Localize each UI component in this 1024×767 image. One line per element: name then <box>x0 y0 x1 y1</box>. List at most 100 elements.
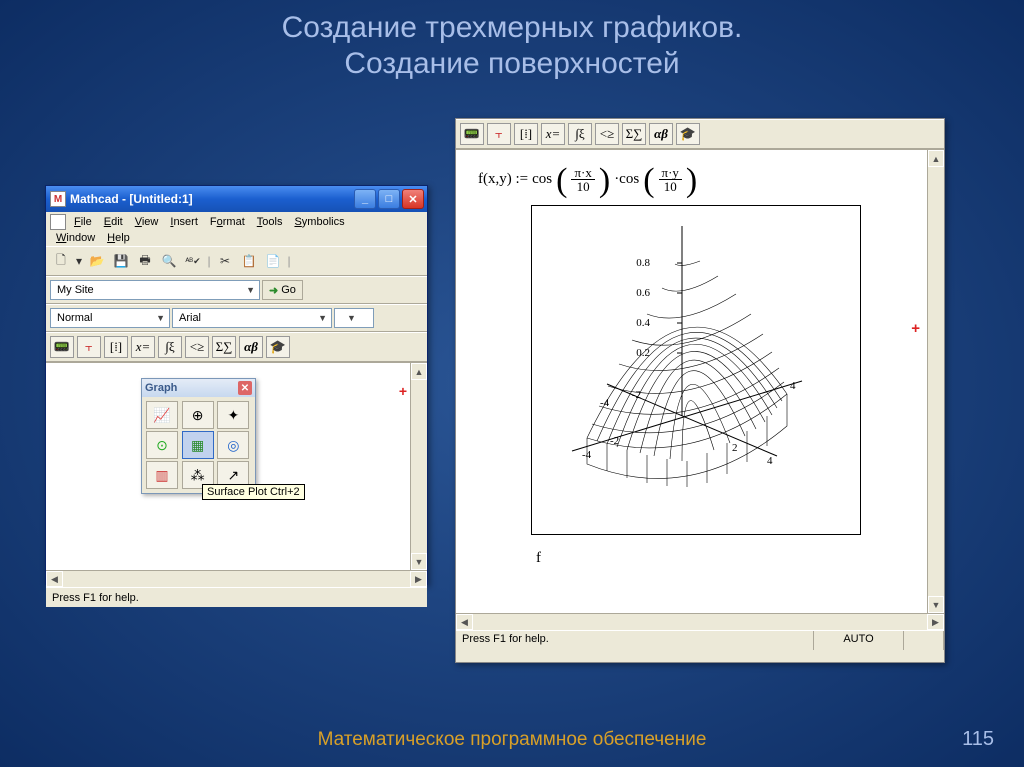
eval-icon[interactable]: x= <box>541 123 565 145</box>
eval-icon[interactable]: x= <box>131 336 155 358</box>
menu-view[interactable]: View <box>129 214 165 230</box>
greek-icon[interactable]: αβ <box>649 123 673 145</box>
scroll-up-icon[interactable]: ▲ <box>928 150 944 167</box>
scroll-down-icon[interactable]: ▼ <box>928 596 944 613</box>
formula-cos1: cos <box>532 171 552 188</box>
title-line-2: Создание поверхностей <box>0 46 1024 82</box>
boolean-icon[interactable]: <≥ <box>595 123 619 145</box>
palette-titlebar[interactable]: Graph ✕ <box>142 379 255 397</box>
menu-file[interactable]: File <box>68 214 98 230</box>
trace-icon[interactable]: ✦ <box>217 401 249 429</box>
palette-close-icon[interactable]: ✕ <box>238 381 252 395</box>
minimize-button[interactable]: _ <box>354 189 376 209</box>
format-toolbar: Normal ▼ Arial ▼ ▼ <box>46 304 427 332</box>
fraction-1: π·x 10 <box>571 166 594 193</box>
menu-insert[interactable]: Insert <box>164 214 204 230</box>
lparen-icon: ( <box>643 172 654 189</box>
titlebar[interactable]: M Mathcad - [Untitled:1] _ □ ✕ <box>46 186 427 212</box>
tooltip: Surface Plot Ctrl+2 <box>202 484 305 500</box>
save-button[interactable]: 💾 <box>110 250 132 272</box>
calculus-icon[interactable]: ∫ξ <box>568 123 592 145</box>
graph-icon[interactable]: ⫟ <box>77 336 101 358</box>
frac-num: π·x <box>571 166 594 180</box>
math-toolbar: 📟 ⫟ [⁞] x= ∫ξ <≥ Σ∑ αβ 🎓 <box>46 332 427 362</box>
formula[interactable]: f(x,y) := cos ( π·x 10 ) ·cos ( π·y 10 ) <box>456 150 944 199</box>
scroll-down-icon[interactable]: ▼ <box>411 553 427 570</box>
menu-tools[interactable]: Tools <box>251 214 289 230</box>
surface-plot[interactable]: 0.8 0.6 0.4 0.2 -4 -2 2 4 4 - <box>531 205 861 535</box>
frac-den: 10 <box>577 180 590 193</box>
scroll-left-icon[interactable]: ◀ <box>456 614 473 630</box>
calc-icon[interactable]: 📟 <box>50 336 74 358</box>
maximize-button[interactable]: □ <box>378 189 400 209</box>
symbolic-icon[interactable]: 🎓 <box>676 123 700 145</box>
style-dropdown[interactable]: Normal ▼ <box>50 308 170 328</box>
plot-variable[interactable]: f <box>536 550 541 567</box>
chevron-down-icon: ▼ <box>156 313 165 323</box>
spell-button[interactable]: ᴬᴮ✔ <box>182 250 204 272</box>
graph-icon[interactable]: ⫟ <box>487 123 511 145</box>
lparen-icon: ( <box>556 172 567 189</box>
slide-title: Создание трехмерных графиков. Создание п… <box>0 0 1024 82</box>
menu-symbolics[interactable]: Symbolics <box>288 214 350 230</box>
polar-plot-icon[interactable]: ⊙ <box>146 431 178 459</box>
statusbar: Press F1 for help. <box>46 587 427 607</box>
horizontal-scrollbar[interactable]: ◀ ▶ <box>46 570 427 587</box>
close-button[interactable]: ✕ <box>402 189 424 209</box>
chevron-down-icon: ▼ <box>347 313 356 323</box>
vertical-scrollbar[interactable]: ▲ ▼ <box>927 150 944 613</box>
calc-icon[interactable]: 📟 <box>460 123 484 145</box>
matrix-icon[interactable]: [⁞] <box>514 123 538 145</box>
menu-format[interactable]: Format <box>204 214 251 230</box>
bar-plot-icon[interactable]: ▥ <box>146 461 178 489</box>
scroll-up-icon[interactable]: ▲ <box>411 363 427 380</box>
font-dropdown[interactable]: Arial ▼ <box>172 308 332 328</box>
programming-icon[interactable]: Σ∑ <box>212 336 236 358</box>
preview-button[interactable]: 🔍 <box>158 250 180 272</box>
boolean-icon[interactable]: <≥ <box>185 336 209 358</box>
matrix-icon[interactable]: [⁞] <box>104 336 128 358</box>
svg-text:0.4: 0.4 <box>636 317 650 329</box>
print-button[interactable]: 🖶 <box>134 250 156 272</box>
xy-plot-icon[interactable]: 📈 <box>146 401 178 429</box>
site-dropdown[interactable]: My Site ▼ <box>50 280 260 300</box>
math-toolbar: 📟 ⫟ [⁞] x= ∫ξ <≥ Σ∑ αβ 🎓 <box>456 119 944 149</box>
programming-icon[interactable]: Σ∑ <box>622 123 646 145</box>
size-dropdown[interactable]: ▼ <box>334 308 374 328</box>
paste-button[interactable]: 📄 <box>262 250 284 272</box>
zoom-icon[interactable]: ⊕ <box>182 401 214 429</box>
symbolic-icon[interactable]: 🎓 <box>266 336 290 358</box>
page-number: 115 <box>962 728 994 751</box>
menu-window[interactable]: Window <box>50 230 101 246</box>
go-button[interactable]: ➜ Go <box>262 280 303 300</box>
menu-edit[interactable]: Edit <box>98 214 129 230</box>
scroll-right-icon[interactable]: ▶ <box>927 614 944 630</box>
window-title: Mathcad - [Untitled:1] <box>70 192 193 206</box>
scroll-left-icon[interactable]: ◀ <box>46 571 63 587</box>
menubar: File Edit View Insert Format Tools Symbo… <box>46 212 427 246</box>
footer: Математическое программное обеспечение <box>0 729 1024 751</box>
new-button[interactable]: 🗋 <box>50 250 72 272</box>
go-label: Go <box>281 284 296 296</box>
open-button[interactable]: 📂 <box>86 250 108 272</box>
greek-icon[interactable]: αβ <box>239 336 263 358</box>
rparen-icon: ) <box>599 172 610 189</box>
workspace[interactable]: ▲ ▼ + f(x,y) := cos ( π·x 10 ) ·cos ( π·… <box>456 149 944 613</box>
workspace[interactable]: + ▲ ▼ Graph ✕ 📈 ⊕ ✦ ⊙ ▦ ◎ ▥ ⁂ ↗ Surface … <box>46 362 427 570</box>
graph-palette[interactable]: Graph ✕ 📈 ⊕ ✦ ⊙ ▦ ◎ ▥ ⁂ ↗ Surface Plot C… <box>141 378 256 494</box>
app-icon: M <box>50 191 66 207</box>
surface-plot-icon[interactable]: ▦ <box>182 431 214 459</box>
vertical-scrollbar[interactable]: ▲ ▼ <box>410 363 427 570</box>
web-toolbar: My Site ▼ ➜ Go <box>46 276 427 304</box>
menu-help[interactable]: Help <box>101 230 136 246</box>
separator: | <box>206 250 212 272</box>
calculus-icon[interactable]: ∫ξ <box>158 336 182 358</box>
copy-button[interactable]: 📋 <box>238 250 260 272</box>
svg-text:0.8: 0.8 <box>636 257 650 269</box>
new-dropdown[interactable]: ▾ <box>74 250 84 272</box>
cut-button[interactable]: ✂ <box>214 250 236 272</box>
horizontal-scrollbar[interactable]: ◀ ▶ <box>456 613 944 630</box>
contour-plot-icon[interactable]: ◎ <box>217 431 249 459</box>
scroll-right-icon[interactable]: ▶ <box>410 571 427 587</box>
svg-text:4: 4 <box>790 380 796 392</box>
